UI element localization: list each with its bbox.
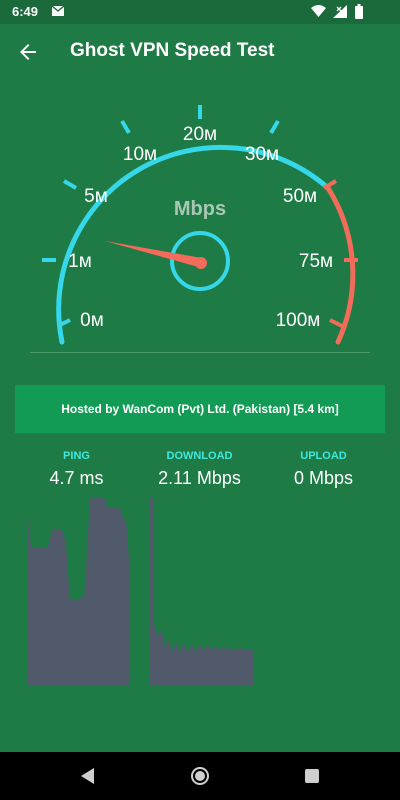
tick-label-0m: 0м: [80, 310, 104, 331]
upload-value: 0 Mbps: [293, 468, 354, 488]
tick-label-1m: 1м: [68, 251, 92, 272]
tick-5m: [62, 179, 78, 190]
navigation-bar: [0, 752, 400, 800]
battery-icon: [355, 4, 363, 19]
ping-value: 4.7 ms: [49, 468, 104, 488]
download-graph: [150, 498, 254, 686]
tick-label-30m: 30м: [245, 144, 279, 165]
download-value: 2.11 Mbps: [158, 468, 241, 488]
speed-gauge: 0м 1м 5м 10м 20м 30м 50м 75м 100м Mbps: [42, 105, 358, 345]
tick-label-100m: 100м: [276, 310, 321, 331]
arrow-left-icon[interactable]: [16, 40, 40, 64]
ping-graph: [27, 498, 130, 686]
back-triangle-icon[interactable]: [78, 766, 98, 786]
ping-label: PING: [63, 450, 90, 462]
download-label: DOWNLOAD: [166, 450, 233, 462]
upload-stat: UPLOAD 0 Mbps: [257, 450, 390, 489]
signal-icon: [333, 5, 347, 18]
home-circle-icon[interactable]: [190, 766, 210, 786]
recents-square-icon[interactable]: [302, 766, 322, 786]
tick-30m: [269, 119, 280, 135]
app-bar: Ghost VPN Speed Test: [0, 24, 400, 80]
ping-stat: PING 4.7 ms: [10, 450, 143, 489]
download-stat: DOWNLOAD 2.11 Mbps: [133, 450, 266, 489]
upload-label: UPLOAD: [300, 450, 347, 462]
gauge-unit-label: Mbps: [174, 198, 226, 220]
tick-100m: [329, 318, 343, 328]
wifi-icon: [311, 5, 326, 17]
tick-label-20m: 20м: [183, 124, 217, 145]
gauge-needle: [105, 241, 202, 268]
mail-icon: [52, 6, 64, 16]
speed-history-graph: [27, 498, 254, 686]
tick-label-50m: 50м: [283, 186, 317, 207]
status-time: 6:49: [12, 4, 39, 19]
tick-label-75m: 75м: [299, 251, 333, 272]
tick-label-10m: 10м: [123, 144, 157, 165]
page-title: Ghost VPN Speed Test: [70, 40, 275, 61]
tick-10m: [120, 119, 131, 135]
status-bar: 6:49: [0, 0, 400, 24]
tick-label-5m: 5м: [84, 186, 108, 207]
divider: [30, 352, 370, 353]
server-info-banner: Hosted by WanCom (Pvt) Ltd. (Pakistan) […: [15, 385, 385, 433]
